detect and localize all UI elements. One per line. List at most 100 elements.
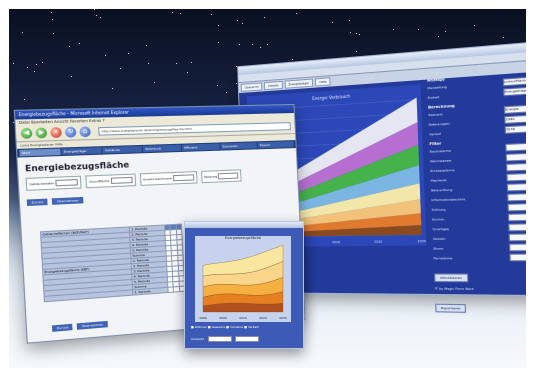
- filter-select[interactable]: [506, 162, 526, 172]
- filter-select[interactable]: [509, 233, 526, 241]
- back-button[interactable]: Zurück: [27, 199, 48, 206]
- star: [260, 47, 261, 48]
- select-b[interactable]: [235, 336, 259, 342]
- filter-select[interactable]: [508, 213, 526, 222]
- star: [226, 92, 227, 93]
- form-block: Grundfläche: [86, 174, 136, 189]
- address-bar[interactable]: http://www.energieplaner.de/energiebezug…: [98, 122, 291, 136]
- star: [27, 67, 28, 68]
- filter-select[interactable]: [508, 223, 526, 232]
- star: [218, 42, 219, 43]
- window-titlebar[interactable]: [185, 222, 303, 228]
- filter-label: Beleuchtung: [431, 187, 452, 192]
- filter-select[interactable]: [507, 182, 526, 191]
- settings-panel: Anzeige Darstellung Linien/Flächen Einhe…: [427, 66, 526, 289]
- refresh-icon[interactable]: ↻: [65, 127, 77, 138]
- filter-label: Raumwärme: [430, 148, 451, 153]
- filter-label: Fernwärme: [433, 256, 452, 260]
- star: [34, 71, 35, 72]
- filter-label: Informationstechnik: [431, 196, 465, 201]
- footer-label: Auswahl:: [191, 337, 205, 341]
- star: [418, 29, 419, 30]
- star: [53, 33, 54, 34]
- star: [264, 17, 265, 18]
- filter-label: Strom: [433, 246, 443, 250]
- star: [239, 44, 240, 45]
- exportieren-button[interactable]: Exportieren: [435, 304, 466, 313]
- x-tick-label: 2030: [417, 239, 426, 243]
- area-chart: Energiebezugsfläche 1990 2000 2010 2020 2030: [195, 236, 291, 322]
- tab-energietraeger[interactable]: Energieträger: [284, 78, 313, 88]
- darstellung-select[interactable]: Linien/Flächen: [503, 75, 526, 87]
- tab-uebersicht[interactable]: Übersicht: [241, 82, 263, 92]
- star: [51, 12, 52, 13]
- star: [112, 88, 113, 89]
- filter-select[interactable]: [509, 253, 526, 261]
- x-tick-label: 2010: [332, 240, 340, 244]
- stop-icon[interactable]: ✕: [50, 127, 62, 138]
- back-button[interactable]: Zurück: [52, 324, 73, 332]
- filter-select[interactable]: [507, 202, 526, 211]
- filter-label: Kochen: [432, 217, 444, 222]
- star: [176, 63, 177, 64]
- input-field[interactable]: [173, 174, 194, 181]
- einheit-select[interactable]: Energieträger: [503, 85, 526, 96]
- apply-button[interactable]: Übernehmen: [77, 321, 108, 330]
- field-label: Szenario: [428, 112, 443, 117]
- input-field[interactable]: [218, 172, 239, 179]
- filter-list: Raumwärme Warmwasser Prozesswärme Mechanik B…: [429, 140, 526, 262]
- screenshot-frame: Übersicht Details Energieträger Hilfe En…: [9, 9, 526, 368]
- star: [292, 59, 293, 60]
- x-tick-label: 2020: [374, 239, 382, 243]
- app-tab[interactable]: Energieträger: [61, 147, 101, 155]
- star: [22, 32, 23, 33]
- aktualisieren-button[interactable]: Aktualisieren: [434, 273, 468, 282]
- filter-label: Mechanik: [431, 177, 447, 182]
- referenzjahr-select[interactable]: 1990: [504, 113, 526, 124]
- star: [148, 63, 149, 64]
- select-a[interactable]: [208, 336, 232, 342]
- verlauf-select[interactable]: 2030: [505, 123, 526, 134]
- filter-item: Strom: [433, 242, 526, 253]
- app-tab[interactable]: Start: [19, 149, 60, 157]
- x-tick-label: 2000: [219, 316, 227, 320]
- filter-select[interactable]: [509, 243, 526, 251]
- filter-select[interactable]: [506, 151, 526, 161]
- apply-button[interactable]: Übernehmen: [52, 197, 83, 205]
- form-block: Nutzung: [201, 169, 242, 183]
- app-tab[interactable]: Szenarien: [220, 142, 257, 149]
- star: [211, 14, 212, 15]
- app-tab[interactable]: Gebäude: [103, 146, 142, 154]
- copyright-note: © by Magic Form Werk: [434, 283, 526, 294]
- star: [474, 25, 475, 26]
- app-tab[interactable]: Export: [258, 141, 294, 148]
- star: [191, 62, 192, 63]
- filter-select[interactable]: [507, 192, 526, 201]
- input-field[interactable]: [110, 177, 132, 184]
- filter-select[interactable]: [505, 141, 526, 151]
- filter-item: Fernwärme: [433, 252, 526, 262]
- back-icon[interactable]: ◀: [20, 128, 32, 139]
- input-field[interactable]: [56, 179, 79, 186]
- chart-legend: ■ Wohnen ■ Gewerbe ■ Industrie ■ Verkehr: [191, 325, 259, 329]
- star: [172, 12, 173, 13]
- data-table: Gebäudeflächen (BGF/NGF) 1. Periode 2. Per…: [40, 224, 186, 303]
- forward-icon[interactable]: ▶: [35, 127, 47, 138]
- home-icon[interactable]: ⌂: [79, 126, 91, 137]
- chart-footer: Auswahl:: [191, 336, 259, 342]
- filter-select[interactable]: [506, 172, 526, 182]
- field-label: Referenzjahr: [429, 121, 450, 126]
- x-tick-label: 1990: [199, 316, 207, 320]
- tab-details[interactable]: Details: [264, 81, 282, 90]
- block-label: Anzahl Geschosse: [143, 176, 172, 181]
- block-label: Grundfläche: [89, 179, 109, 184]
- star: [128, 53, 129, 54]
- star: [146, 45, 147, 46]
- star: [350, 32, 351, 33]
- app-tab[interactable]: Effizienz: [182, 143, 220, 150]
- szenario-select[interactable]: Energie: [504, 103, 526, 114]
- app-tab[interactable]: Verbrauch: [143, 145, 182, 153]
- tab-hilfe[interactable]: Hilfe: [315, 77, 331, 86]
- star: [296, 13, 297, 14]
- filter-label: Sonstiges: [432, 226, 448, 231]
